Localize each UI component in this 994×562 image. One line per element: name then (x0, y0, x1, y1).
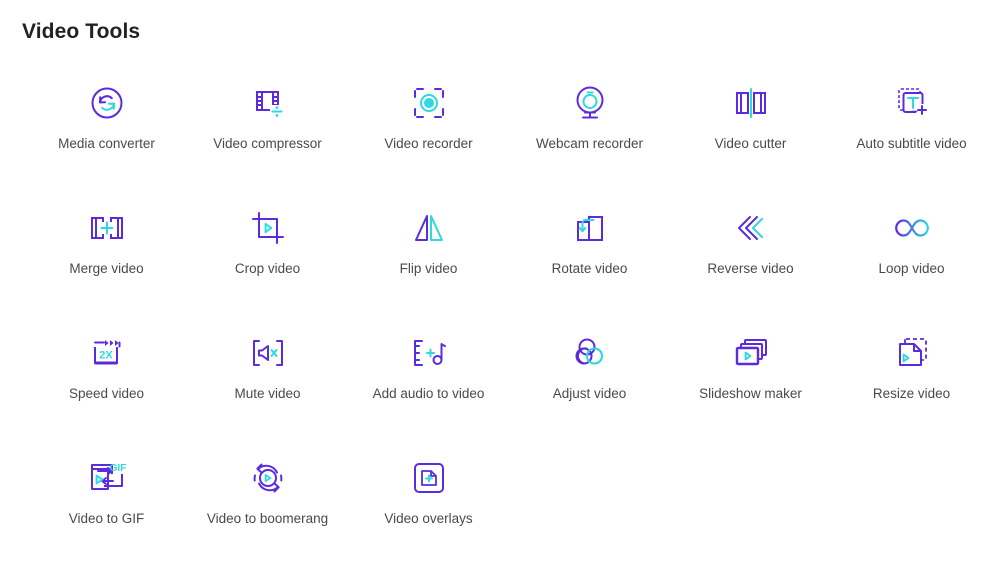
merge-video-icon[interactable] (84, 205, 130, 251)
video-compressor-icon[interactable] (245, 80, 291, 126)
tool-label: Video compressor (213, 136, 322, 151)
tool-label: Video recorder (384, 136, 473, 151)
webcam-recorder-icon[interactable] (567, 80, 613, 126)
reverse-video-icon[interactable] (728, 205, 774, 251)
tool-item-mute-video[interactable]: Mute video (187, 312, 348, 437)
tool-label: Crop video (234, 261, 301, 276)
speed-video-icon[interactable]: 2X (84, 330, 130, 376)
tool-label: Video to GIF (68, 511, 145, 526)
auto-subtitle-video-icon[interactable] (889, 80, 935, 126)
tool-item-rotate-video[interactable]: Rotate video (509, 187, 670, 312)
page-title: Video Tools (22, 20, 141, 44)
tool-item-video-compressor[interactable]: Video compressor (187, 62, 348, 187)
svg-text:GIF: GIF (109, 463, 126, 474)
tool-item-media-converter[interactable]: Media converter (26, 62, 187, 187)
rotate-video-icon[interactable] (567, 205, 613, 251)
tool-item-speed-video[interactable]: 2X Speed video (26, 312, 187, 437)
tool-label: Video overlays (384, 511, 473, 526)
tool-item-add-audio-to-video[interactable]: Add audio to video (348, 312, 509, 437)
resize-video-icon[interactable] (889, 330, 935, 376)
video-to-boomerang-icon[interactable] (245, 455, 291, 501)
loop-video-icon[interactable] (889, 205, 935, 251)
tool-item-video-cutter[interactable]: Video cutter (670, 62, 831, 187)
tool-label: Mute video (234, 386, 301, 401)
tool-label: Add audio to video (372, 386, 485, 401)
tool-label: Reverse video (707, 261, 794, 276)
tool-label: Rotate video (551, 261, 628, 276)
tool-item-crop-video[interactable]: Crop video (187, 187, 348, 312)
mute-video-icon[interactable] (245, 330, 291, 376)
tool-item-video-overlays[interactable]: Video overlays (348, 437, 509, 562)
tool-label: Video to boomerang (206, 511, 329, 526)
tool-item-video-to-gif[interactable]: GIF Video to GIF (26, 437, 187, 562)
tool-label: Merge video (69, 261, 144, 276)
tool-label: Flip video (399, 261, 458, 276)
tool-item-auto-subtitle-video[interactable]: Auto subtitle video (831, 62, 992, 187)
tool-item-resize-video[interactable]: Resize video (831, 312, 992, 437)
adjust-video-icon[interactable] (567, 330, 613, 376)
tool-label: Resize video (872, 386, 951, 401)
tool-label: Slideshow maker (699, 386, 802, 401)
tool-label: Media converter (58, 136, 155, 151)
tool-item-adjust-video[interactable]: Adjust video (509, 312, 670, 437)
tool-label: Auto subtitle video (856, 136, 967, 151)
tool-item-webcam-recorder[interactable]: Webcam recorder (509, 62, 670, 187)
tool-label: Speed video (68, 386, 145, 401)
crop-video-icon[interactable] (245, 205, 291, 251)
video-overlays-icon[interactable] (406, 455, 452, 501)
media-converter-icon[interactable] (84, 80, 130, 126)
tool-item-loop-video[interactable]: Loop video (831, 187, 992, 312)
tool-item-flip-video[interactable]: Flip video (348, 187, 509, 312)
tool-item-video-recorder[interactable]: Video recorder (348, 62, 509, 187)
video-to-gif-icon[interactable]: GIF (84, 455, 130, 501)
tool-item-slideshow-maker[interactable]: Slideshow maker (670, 312, 831, 437)
tool-item-reverse-video[interactable]: Reverse video (670, 187, 831, 312)
tool-label: Adjust video (552, 386, 627, 401)
tool-label: Video cutter (714, 136, 787, 151)
tool-grid: Media converter Video compressor Video r… (0, 62, 994, 562)
svg-text:2X: 2X (99, 350, 113, 362)
video-recorder-icon[interactable] (406, 80, 452, 126)
flip-video-icon[interactable] (406, 205, 452, 251)
add-audio-to-video-icon[interactable] (406, 330, 452, 376)
slideshow-maker-icon[interactable] (728, 330, 774, 376)
video-cutter-icon[interactable] (728, 80, 774, 126)
tool-item-video-to-boomerang[interactable]: Video to boomerang (187, 437, 348, 562)
tool-label: Webcam recorder (535, 136, 644, 151)
tool-item-merge-video[interactable]: Merge video (26, 187, 187, 312)
tool-label: Loop video (878, 261, 945, 276)
